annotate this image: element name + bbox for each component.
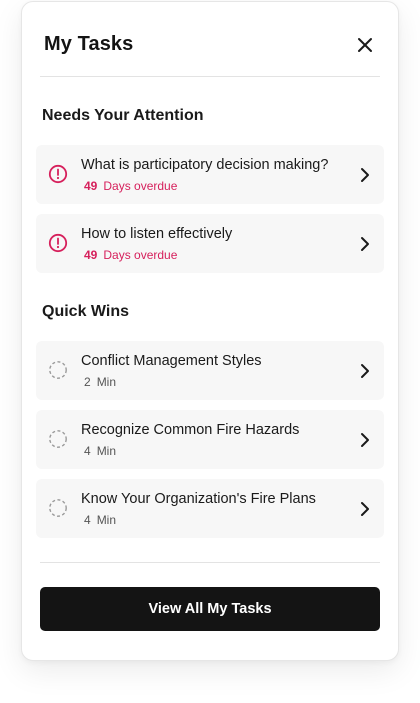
chevron-right-icon	[361, 364, 369, 378]
overdue-label: Days overdue	[103, 248, 178, 262]
overdue-days: 49	[84, 179, 98, 193]
dashed-circle-icon	[49, 499, 67, 517]
task-item[interactable]: How to listen effectively 49 Days overdue	[36, 214, 384, 273]
task-overdue: 49 Days overdue	[84, 248, 177, 262]
duration-unit: Min	[96, 513, 117, 527]
panel-header: My Tasks	[22, 2, 398, 78]
footer-divider	[40, 562, 380, 563]
section-title-attention: Needs Your Attention	[42, 107, 204, 124]
chevron-right-icon	[361, 433, 369, 447]
overdue-label: Days overdue	[103, 179, 178, 193]
duration-value: 2	[84, 375, 91, 389]
task-duration: 2 Min	[84, 375, 116, 389]
header-divider	[40, 76, 380, 77]
chevron-right-icon	[361, 168, 369, 182]
close-button[interactable]	[354, 34, 376, 56]
my-tasks-panel: My Tasks Needs Your Attention What is pa…	[21, 1, 399, 661]
overdue-days: 49	[84, 248, 98, 262]
task-title: What is participatory decision making?	[81, 157, 329, 173]
panel-title: My Tasks	[44, 33, 134, 55]
chevron-right-icon	[361, 502, 369, 516]
duration-unit: Min	[96, 444, 117, 458]
dashed-circle-icon	[49, 361, 67, 379]
task-item[interactable]: Know Your Organization's Fire Plans 4 Min	[36, 479, 384, 538]
close-icon	[358, 38, 372, 52]
task-item[interactable]: Conflict Management Styles 2 Min	[36, 341, 384, 400]
task-duration: 4 Min	[84, 444, 116, 458]
dashed-circle-icon	[49, 430, 67, 448]
task-overdue: 49 Days overdue	[84, 179, 177, 193]
view-all-tasks-button[interactable]: View All My Tasks	[40, 587, 380, 631]
duration-unit: Min	[96, 375, 117, 389]
task-item[interactable]: What is participatory decision making? 4…	[36, 145, 384, 204]
task-item[interactable]: Recognize Common Fire Hazards 4 Min	[36, 410, 384, 469]
duration-value: 4	[84, 444, 91, 458]
task-title: Know Your Organization's Fire Plans	[81, 491, 316, 507]
duration-value: 4	[84, 513, 91, 527]
alert-circle-icon	[48, 164, 68, 184]
task-title: Recognize Common Fire Hazards	[81, 422, 300, 438]
chevron-right-icon	[361, 237, 369, 251]
alert-circle-icon	[48, 233, 68, 253]
task-duration: 4 Min	[84, 513, 116, 527]
task-title: Conflict Management Styles	[81, 353, 262, 369]
task-title: How to listen effectively	[81, 226, 233, 242]
section-title-quick-wins: Quick Wins	[42, 303, 129, 320]
